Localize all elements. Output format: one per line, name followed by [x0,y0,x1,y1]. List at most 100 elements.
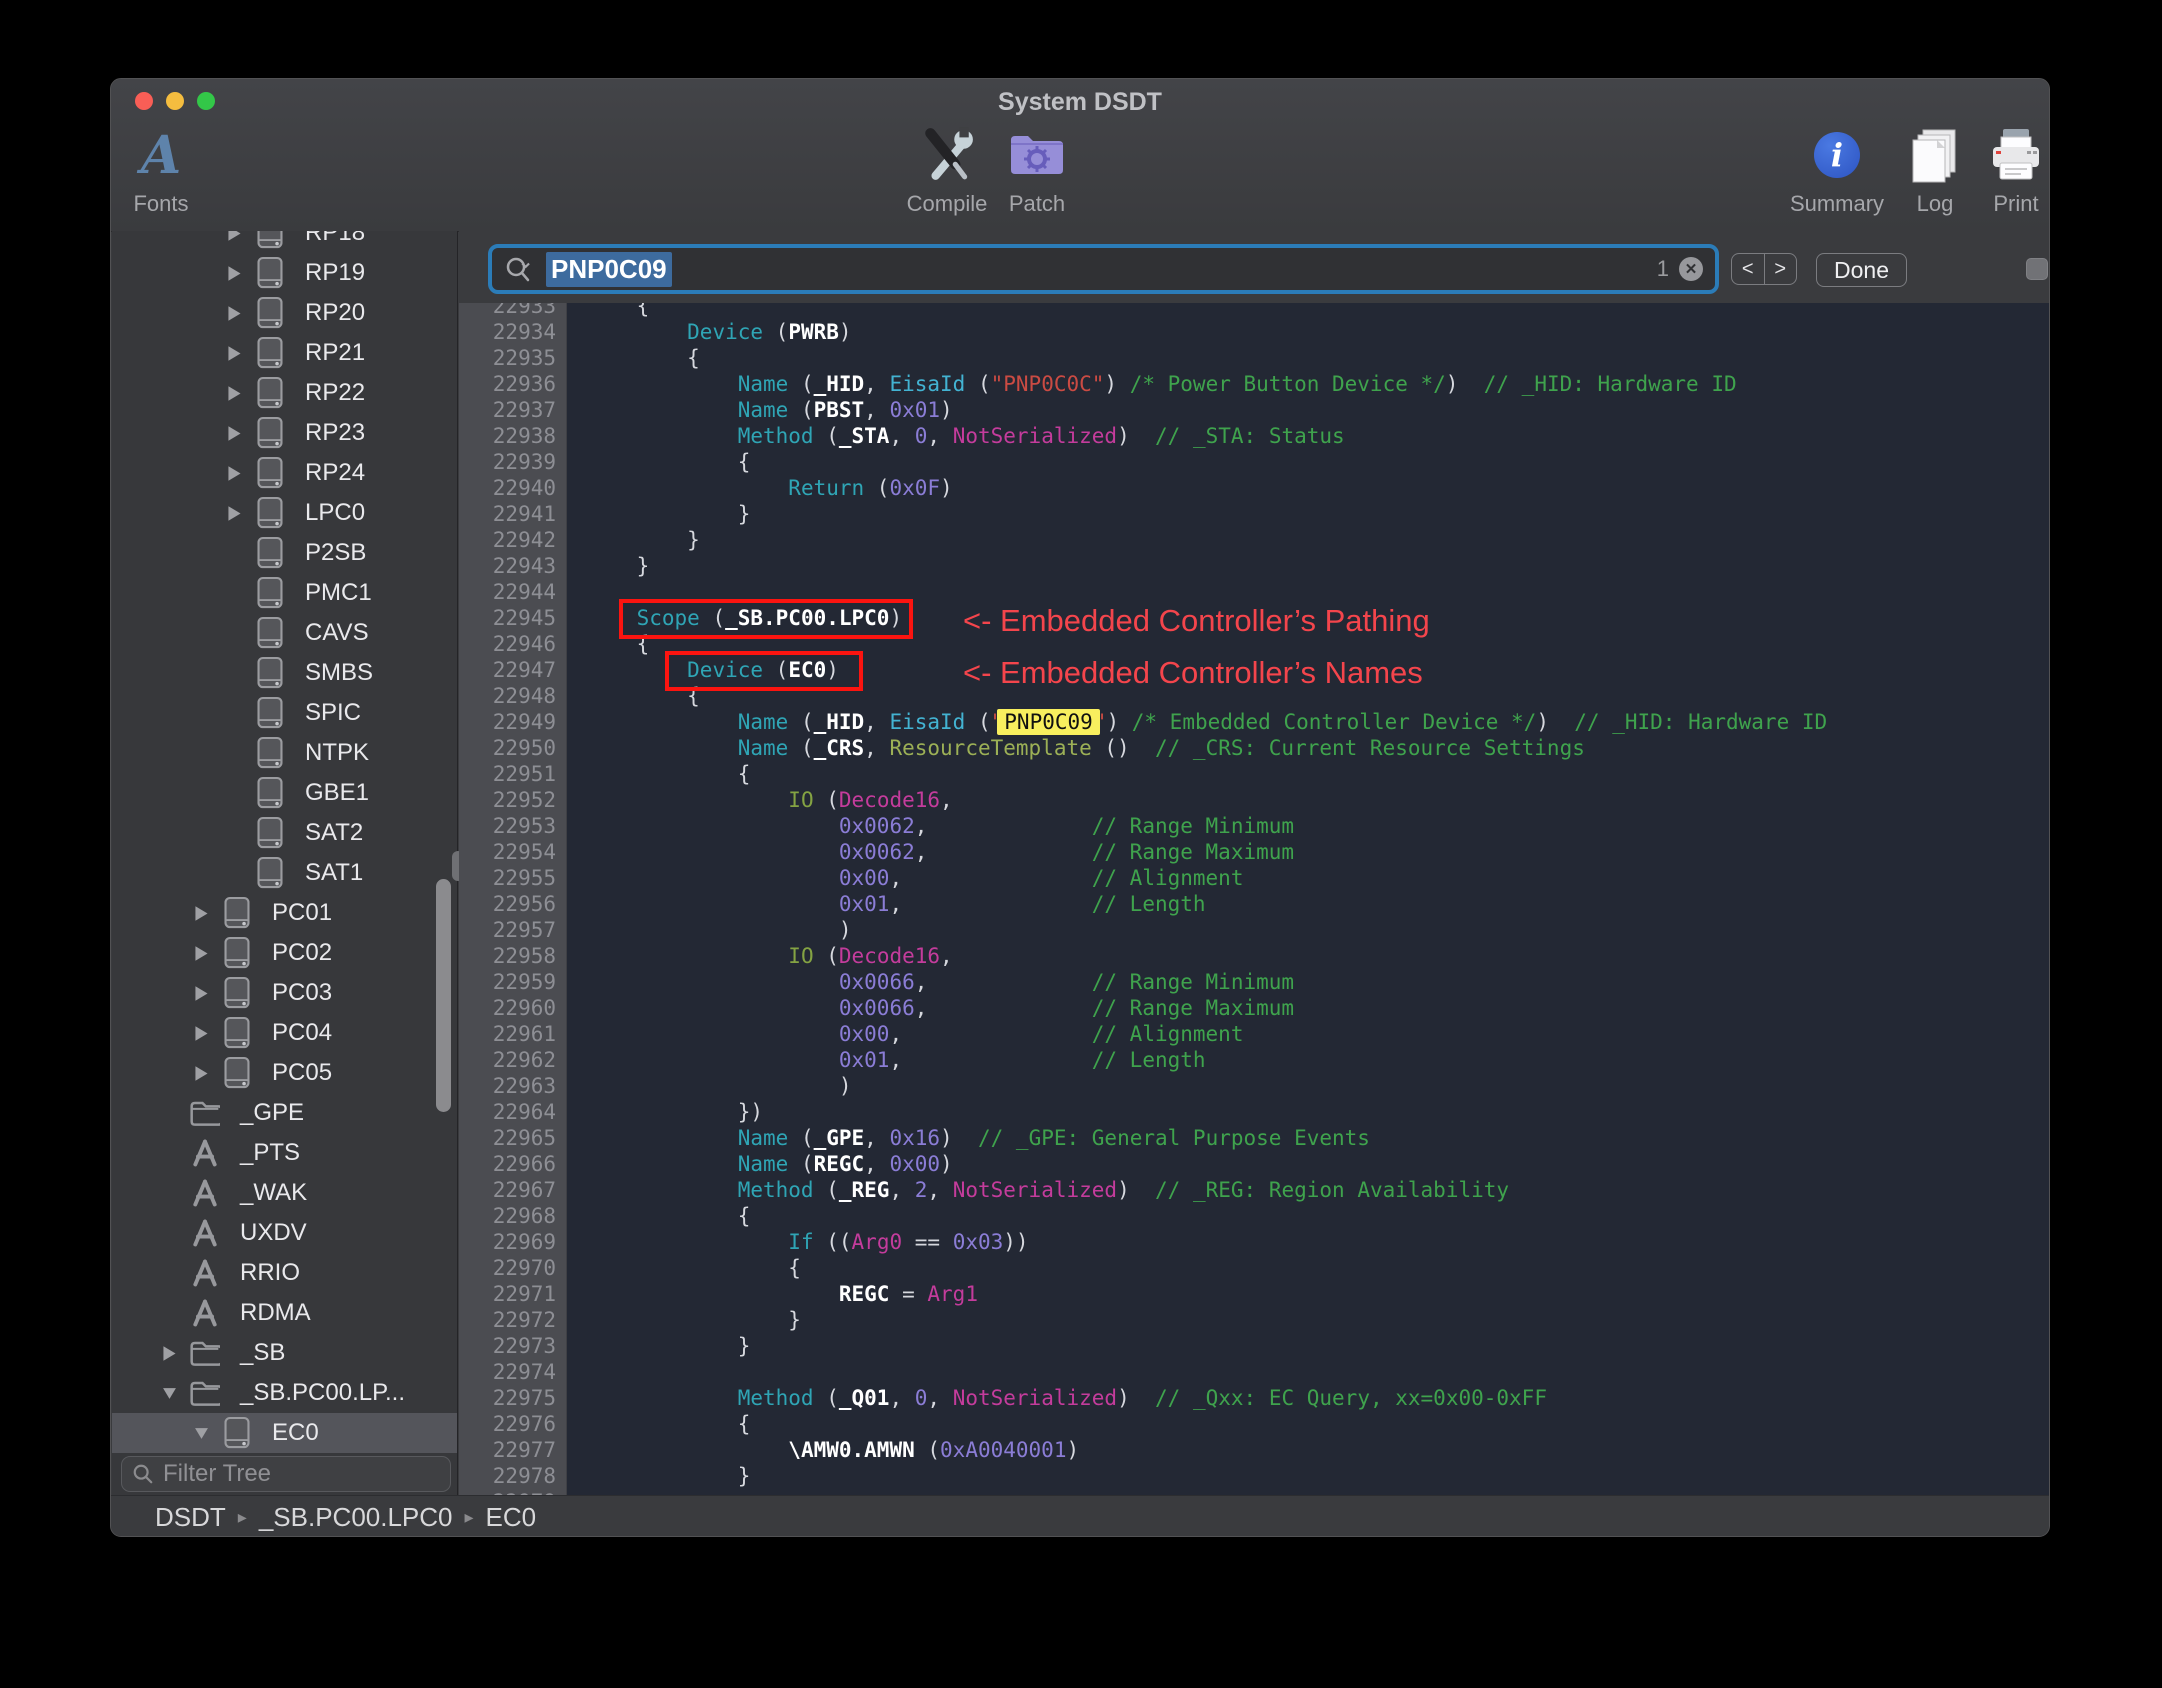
code-line-22940[interactable]: 22940 Return (0x0F) [459,475,2049,501]
disclosure-collapsed-icon[interactable] [194,905,209,921]
code-line-22943[interactable]: 22943 } [459,553,2049,579]
done-button[interactable]: Done [1816,253,1907,287]
code-line-22934[interactable]: 22934 Device (PWRB) [459,319,2049,345]
breadcrumb-item-ec0[interactable]: EC0 [486,1502,537,1533]
code-line-22978[interactable]: 22978 } [459,1463,2049,1489]
code-line-22963[interactable]: 22963 ) [459,1073,2049,1099]
disclosure-collapsed-icon[interactable] [194,1065,209,1081]
disclosure-expanded-icon[interactable] [162,1385,177,1401]
search-input[interactable]: PNP0C09 1 ✕ [488,244,1719,294]
sidebar-item-rp23[interactable]: RP23 [112,413,457,453]
sidebar-item-uxdv[interactable]: UXDV [112,1213,457,1253]
find-previous-button[interactable]: < [1732,254,1765,284]
code-line-22936[interactable]: 22936 Name (_HID, EisaId ("PNP0C0C") /* … [459,371,2049,397]
code-line-22965[interactable]: 22965 Name (_GPE, 0x16) // _GPE: General… [459,1125,2049,1151]
find-next-button[interactable]: > [1765,254,1797,284]
sidebar-item-rp22[interactable]: RP22 [112,373,457,413]
code-line-22968[interactable]: 22968 { [459,1203,2049,1229]
disclosure-collapsed-icon[interactable] [227,345,242,361]
code-line-22935[interactable]: 22935 { [459,345,2049,371]
search-icon[interactable] [504,255,536,283]
code-line-22964[interactable]: 22964 }) [459,1099,2049,1125]
sidebar-item-rdma[interactable]: RDMA [112,1293,457,1333]
code-line-22959[interactable]: 22959 0x0066, // Range Minimum [459,969,2049,995]
code-line-22962[interactable]: 22962 0x01, // Length [459,1047,2049,1073]
disclosure-collapsed-icon[interactable] [227,465,242,481]
disclosure-collapsed-icon[interactable] [162,1345,177,1361]
code-line-22961[interactable]: 22961 0x00, // Alignment [459,1021,2049,1047]
sidebar-item-gpe[interactable]: _GPE [112,1093,457,1133]
sidebar-item-rp21[interactable]: RP21 [112,333,457,373]
disclosure-collapsed-icon[interactable] [194,985,209,1001]
code-line-22942[interactable]: 22942 } [459,527,2049,553]
sidebar-item-p2sb[interactable]: P2SB [112,533,457,573]
disclosure-collapsed-icon[interactable] [227,305,242,321]
code-line-22958[interactable]: 22958 IO (Decode16, [459,943,2049,969]
disclosure-collapsed-icon[interactable] [227,505,242,521]
disclosure-collapsed-icon[interactable] [227,425,242,441]
patch-button[interactable]: Patch [962,123,1112,217]
sidebar-item-smbs[interactable]: SMBS [112,653,457,693]
code-line-22949[interactable]: 22949 Name (_HID, EisaId ("PNP0C09") /* … [459,709,2049,735]
code-line-22939[interactable]: 22939 { [459,449,2049,475]
code-line-22975[interactable]: 22975 Method (_Q01, 0, NotSerialized) //… [459,1385,2049,1411]
code-editor[interactable]: 22933 {22934 Device (PWRB) 22935 {22936 N… [459,303,2049,1495]
sidebar-item-pc04[interactable]: PC04 [112,1013,457,1053]
print-button[interactable]: Print [1941,123,2049,217]
code-line-22955[interactable]: 22955 0x00, // Alignment [459,865,2049,891]
sidebar-item-pc01[interactable]: PC01 [112,893,457,933]
disclosure-collapsed-icon[interactable] [227,265,242,281]
sidebar-item-pmc1[interactable]: PMC1 [112,573,457,613]
sidebar-item-gbe1[interactable]: GBE1 [112,773,457,813]
code-line-22976[interactable]: 22976 { [459,1411,2049,1437]
code-line-22952[interactable]: 22952 IO (Decode16, [459,787,2049,813]
code-line-22957[interactable]: 22957 ) [459,917,2049,943]
sidebar-item-sat1[interactable]: SAT1 [112,853,457,893]
code-line-22974[interactable]: 22974 [459,1359,2049,1385]
sidebar-item-sat2[interactable]: SAT2 [112,813,457,853]
code-line-22966[interactable]: 22966 Name (REGC, 0x00) [459,1151,2049,1177]
code-line-22971[interactable]: 22971 REGC = Arg1 [459,1281,2049,1307]
code-line-22972[interactable]: 22972 } [459,1307,2049,1333]
replace-checkbox[interactable] [2026,258,2048,280]
code-line-22941[interactable]: 22941 } [459,501,2049,527]
sidebar-item-rp24[interactable]: RP24 [112,453,457,493]
sidebar-item-pc03[interactable]: PC03 [112,973,457,1013]
sidebar-item-ec0[interactable]: EC0 [112,1413,457,1453]
sidebar-item-lpc0[interactable]: LPC0 [112,493,457,533]
sidebar-item-ntpk[interactable]: NTPK [112,733,457,773]
code-line-22951[interactable]: 22951 { [459,761,2049,787]
breadcrumb-item-sbpc00lpc0[interactable]: _SB.PC00.LPC0 [259,1502,453,1533]
sidebar-item-sb[interactable]: _SB [112,1333,457,1373]
disclosure-expanded-icon[interactable] [194,1425,209,1441]
code-line-22973[interactable]: 22973 } [459,1333,2049,1359]
sidebar-item-sbpc00lp[interactable]: _SB.PC00.LP... [112,1373,457,1413]
code-line-22970[interactable]: 22970 { [459,1255,2049,1281]
disclosure-collapsed-icon[interactable] [227,231,242,241]
fonts-button[interactable]: A Fonts [111,123,236,217]
code-line-22967[interactable]: 22967 Method (_REG, 2, NotSerialized) //… [459,1177,2049,1203]
sidebar-item-rp18[interactable]: RP18 [112,231,457,253]
clear-search-icon[interactable]: ✕ [1679,257,1703,281]
sidebar-item-spic[interactable]: SPIC [112,693,457,733]
code-line-22954[interactable]: 22954 0x0062, // Range Maximum [459,839,2049,865]
code-line-22937[interactable]: 22937 Name (PBST, 0x01) [459,397,2049,423]
sidebar-item-rrio[interactable]: RRIO [112,1253,457,1293]
sidebar-item-wak[interactable]: _WAK [112,1173,457,1213]
code-line-22933[interactable]: 22933 { [459,303,2049,319]
breadcrumb-item-dsdt[interactable]: DSDT [155,1502,226,1533]
sidebar-item-rp20[interactable]: RP20 [112,293,457,333]
code-line-22950[interactable]: 22950 Name (_CRS, ResourceTemplate () //… [459,735,2049,761]
disclosure-collapsed-icon[interactable] [194,945,209,961]
sidebar-scrollbar[interactable] [436,879,451,1112]
code-line-22953[interactable]: 22953 0x0062, // Range Minimum [459,813,2049,839]
sidebar-item-cavs[interactable]: CAVS [112,613,457,653]
sidebar-item-pts[interactable]: _PTS [112,1133,457,1173]
code-line-22938[interactable]: 22938 Method (_STA, 0, NotSerialized) //… [459,423,2049,449]
code-line-22977[interactable]: 22977 \AMW0.AMWN (0xA0040001) [459,1437,2049,1463]
filter-tree-input[interactable]: Filter Tree [121,1456,451,1492]
code-line-22969[interactable]: 22969 If ((Arg0 == 0x03)) [459,1229,2049,1255]
code-line-22960[interactable]: 22960 0x0066, // Range Maximum [459,995,2049,1021]
code-line-22956[interactable]: 22956 0x01, // Length [459,891,2049,917]
disclosure-collapsed-icon[interactable] [194,1025,209,1041]
